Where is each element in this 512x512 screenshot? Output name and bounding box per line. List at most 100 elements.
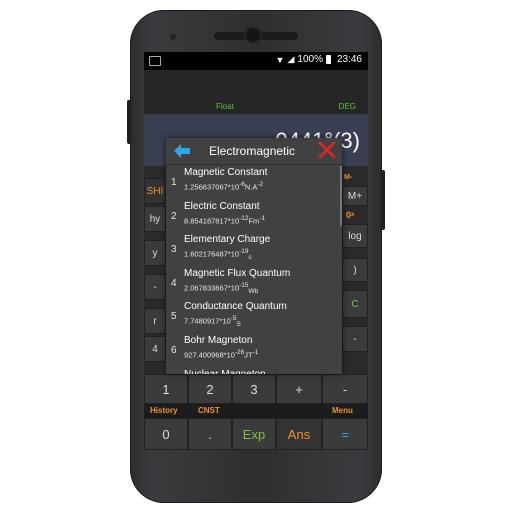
key-1-label: 1: [162, 381, 170, 397]
clock: 23:46: [336, 54, 362, 65]
mem-minus-label: M-: [344, 174, 353, 181]
mem-plus-label: M+: [347, 190, 363, 202]
hyp-key[interactable]: hy: [144, 206, 166, 232]
constant-item[interactable]: 1 Magnetic Constant 1.256637067*10-6N.A-2: [166, 166, 342, 200]
float-indicator: Float: [216, 102, 234, 111]
constant-value: 7.7480917*10-5S: [184, 315, 241, 328]
key-3[interactable]: 3: [232, 374, 276, 404]
constant-name: Nuclear Magneton: [184, 369, 266, 374]
constant-value: 8.854187817*10-12Fm-1: [184, 215, 265, 228]
constant-item[interactable]: 6 Bohr Magneton 927.400968*10-26JT-1: [166, 334, 342, 368]
constant-unit: JT: [244, 350, 253, 360]
key-y[interactable]: y: [144, 240, 166, 266]
key-decimal[interactable]: .: [188, 418, 232, 450]
key-ans-label: Ans: [287, 426, 311, 442]
key-exp-label: Exp: [242, 426, 266, 442]
constant-name: Elementary Charge: [184, 234, 271, 246]
cnst-label[interactable]: CNST: [198, 406, 220, 415]
paren-key[interactable]: ): [342, 258, 368, 282]
key-left-5[interactable]: r: [144, 308, 166, 334]
battery-icon: [325, 55, 331, 64]
mem-plus-key[interactable]: M+: [342, 186, 368, 206]
constant-mantissa: 7.7480917*10: [184, 316, 231, 326]
log-key[interactable]: log: [342, 224, 368, 248]
key-decimal-label: .: [208, 426, 212, 442]
key-minus[interactable]: -: [322, 374, 368, 404]
constant-value: 1.602176487*10-19c: [184, 248, 252, 261]
proximity-sensor: [170, 34, 176, 40]
front-camera: [246, 28, 260, 42]
key-plus-label: +: [295, 381, 303, 397]
constant-mantissa: 927.400968*10: [184, 350, 235, 360]
key-equals-label: =: [341, 426, 349, 442]
volume-button: [381, 170, 385, 230]
constant-name: Conductance Quantum: [184, 301, 287, 313]
dialog-title: Electromagnetic: [209, 144, 296, 158]
notification-icon: [149, 56, 161, 66]
key-2[interactable]: 2: [188, 374, 232, 404]
hyp-key-label: hy: [149, 213, 161, 225]
power-button: [127, 100, 131, 144]
constant-item[interactable]: 7Nuclear Magneton: [166, 368, 342, 374]
menu-label[interactable]: Menu: [332, 406, 353, 415]
constant-value: 927.400968*10-26JT-1: [184, 349, 258, 362]
constant-unit-power: -2: [257, 181, 264, 188]
constants-dialog: Electromagnetic 1 Magnetic Constant 1.2566…: [166, 138, 342, 374]
list-scrollbar[interactable]: [340, 166, 342, 226]
dialog-divider: [166, 164, 342, 165]
constant-unit-sub: S: [236, 321, 241, 329]
clear-key-label: C: [351, 298, 359, 310]
key-0-label: 0: [162, 426, 170, 442]
constant-index: 3: [171, 244, 177, 256]
constant-name: Magnetic Flux Quantum: [184, 267, 291, 279]
constant-mantissa: 2.067833667*10: [184, 283, 240, 293]
constant-name: Bohr Magneton: [184, 334, 253, 346]
key-minus-label: -: [342, 381, 348, 397]
angle-unit-indicator: DEG: [338, 102, 356, 111]
key-1[interactable]: 1: [144, 374, 188, 404]
key-left-4[interactable]: -: [144, 274, 166, 300]
constant-unit: Fm: [248, 216, 260, 226]
constant-mantissa: 8.854187817*10: [184, 216, 240, 226]
constant-item[interactable]: 3 Elementary Charge 1.602176487*10-19c: [166, 233, 342, 267]
key-left-6[interactable]: 4: [144, 336, 166, 362]
close-icon[interactable]: [318, 141, 336, 159]
key-equals[interactable]: =: [322, 418, 368, 450]
key-right-6[interactable]: -: [342, 326, 368, 352]
constants-list: 1 Magnetic Constant 1.256637067*10-6N.A-2 2…: [166, 166, 342, 374]
constant-item[interactable]: 5 Conductance Quantum 7.7480917*10-5S: [166, 300, 342, 334]
constant-value: 2.067833667*10-15Wb: [184, 282, 258, 295]
key-3-label: 3: [250, 381, 258, 397]
key-exp[interactable]: Exp: [232, 418, 276, 450]
shift-key[interactable]: SHI: [144, 178, 166, 204]
constant-item[interactable]: 4 Magnetic Flux Quantum 2.067833667*10-15W…: [166, 267, 342, 301]
constant-unit-power: -1: [252, 348, 259, 356]
signal-icon: ◢: [287, 54, 295, 64]
constant-index: 6: [171, 344, 177, 356]
constant-index: 1: [171, 177, 177, 188]
shift-label-row: History CNST Menu: [144, 404, 368, 418]
constant-unit-sub: Wb: [248, 287, 259, 295]
shift-key-label: SHI: [146, 185, 164, 197]
clear-key[interactable]: C: [342, 290, 368, 318]
constant-mantissa: 1.256637067*10: [184, 182, 240, 192]
constant-index: 4: [171, 277, 177, 289]
constant-name: Electric Constant: [184, 200, 260, 212]
key-ans[interactable]: Ans: [276, 418, 322, 450]
key-0[interactable]: 0: [144, 418, 188, 450]
constant-name: Magnetic Constant: [184, 167, 268, 178]
back-arrow-icon[interactable]: [172, 141, 192, 161]
constant-exponent: -26: [234, 348, 245, 356]
dialog-header: Electromagnetic: [166, 138, 342, 164]
constant-unit-power: -1: [259, 214, 266, 222]
key-plus[interactable]: +: [276, 374, 322, 404]
constant-item[interactable]: 2 Electric Constant 8.854187817*10-12Fm-1: [166, 200, 342, 234]
history-label[interactable]: History: [150, 406, 178, 415]
status-bar: ▼ ◢ 100% 23:46: [144, 52, 368, 70]
constant-unit: N.A: [244, 182, 258, 192]
wifi-icon: ▼: [275, 54, 285, 65]
paren-key-label: ): [353, 264, 357, 276]
battery-percent: 100%: [297, 54, 323, 65]
display-history-area: [144, 70, 368, 114]
constant-unit-sub: c: [248, 254, 252, 262]
